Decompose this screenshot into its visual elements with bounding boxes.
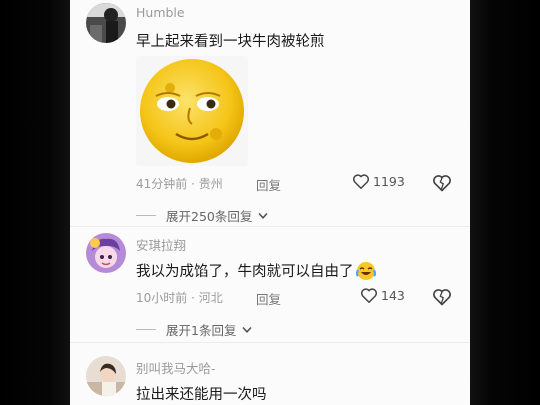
comment-username[interactable]: Humble (136, 5, 185, 20)
comment-meta: 10小时前 · 河北 (136, 291, 223, 305)
comment-time: 10小时前 (136, 291, 188, 305)
crying-laughing-icon (355, 261, 376, 280)
comment-separator (70, 226, 470, 227)
expand-replies-label: 展开1条回复 (166, 323, 237, 338)
dislike-button[interactable] (432, 287, 452, 307)
broken-heart-icon (433, 175, 451, 192)
right-video-border (470, 0, 540, 405)
chevron-down-icon (258, 212, 268, 219)
reply-button[interactable]: 回复 (256, 175, 281, 194)
comment-location: 贵州 (198, 177, 223, 191)
comment-sticker[interactable] (136, 56, 248, 166)
comment-text: 早上起来看到一块牛肉被轮煎 (136, 34, 325, 50)
comment-location: 河北 (198, 291, 223, 305)
comment-text-row: 我以为成馅了，牛肉就可以自由了 (136, 260, 376, 281)
like-button[interactable]: 1193 (352, 173, 405, 190)
broken-heart-icon (433, 289, 451, 306)
expand-replies-button[interactable]: 展开1条回复 (136, 320, 253, 339)
avatar[interactable] (86, 3, 126, 43)
avatar[interactable] (86, 356, 126, 396)
left-video-border (0, 0, 70, 405)
chevron-down-icon (242, 326, 253, 333)
comment-text: 我以为成馅了，牛肉就可以自由了 (136, 264, 354, 280)
comment-time: 41分钟前 (136, 177, 188, 191)
expand-replies-label: 展开250条回复 (166, 209, 253, 224)
heart-icon (360, 288, 378, 303)
heart-icon (352, 174, 370, 189)
comment-username[interactable]: 别叫我马大哈- (136, 358, 216, 377)
like-count: 143 (381, 288, 405, 303)
like-button[interactable]: 143 (360, 287, 405, 304)
dislike-button[interactable] (432, 173, 452, 193)
like-count: 1193 (373, 174, 405, 189)
avatar[interactable] (86, 233, 126, 273)
expand-replies-button[interactable]: 展开250条回复 (136, 206, 268, 225)
comment-username[interactable]: 安琪拉翔 (136, 235, 186, 254)
divider-line (136, 329, 156, 330)
divider-line (136, 215, 156, 216)
reply-button[interactable]: 回复 (256, 289, 281, 308)
comment-panel: Humble 早上起来看到一块牛肉被轮煎 41分钟前 · 贵州 回复 1193 … (70, 0, 470, 405)
comment-text: 拉出来还能用一次吗 (136, 387, 267, 403)
comment-meta: 41分钟前 · 贵州 (136, 177, 223, 191)
comment-separator (70, 342, 470, 343)
moon-face-icon (140, 59, 244, 163)
